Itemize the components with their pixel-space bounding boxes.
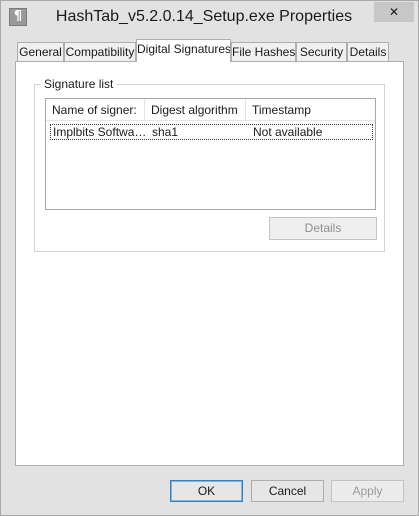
tab-strip: General Compatibility Digital Signatures…	[1, 39, 418, 62]
tab-security[interactable]: Security	[296, 42, 347, 61]
column-header-signer[interactable]: Name of signer:	[46, 99, 144, 121]
properties-dialog: ¶ HashTab_v5.2.0.14_Setup.exe Properties…	[0, 0, 419, 516]
tab-digital-signatures[interactable]: Digital Signatures	[136, 39, 231, 62]
timestamp-cell: Not available	[253, 125, 323, 139]
digital-signatures-panel: Signature list Name of signer: Digest al…	[15, 61, 404, 466]
tab-details[interactable]: Details	[347, 42, 389, 61]
column-header-digest[interactable]: Digest algorithm	[145, 99, 245, 121]
signature-list-group: Signature list Name of signer: Digest al…	[34, 76, 385, 252]
signature-list[interactable]: Name of signer: Digest algorithm Timesta…	[45, 98, 376, 210]
list-item[interactable]: Implbits Software,... sha1 Not available	[50, 124, 373, 140]
close-button[interactable]: ✕	[374, 2, 414, 22]
signer-cell: Implbits Software,...	[53, 125, 149, 139]
column-header-timestamp[interactable]: Timestamp	[246, 99, 375, 121]
cancel-button[interactable]: Cancel	[251, 480, 324, 502]
tab-file-hashes[interactable]: File Hashes	[231, 42, 296, 61]
window-title: HashTab_v5.2.0.14_Setup.exe Properties	[55, 8, 353, 25]
list-header: Name of signer: Digest algorithm Timesta…	[46, 99, 375, 121]
title-bar[interactable]: ¶ HashTab_v5.2.0.14_Setup.exe Properties…	[1, 1, 418, 33]
tab-general[interactable]: General	[17, 42, 64, 61]
file-properties-icon: ¶	[9, 8, 27, 26]
signature-details-button[interactable]: Details	[269, 217, 377, 240]
tab-compatibility[interactable]: Compatibility	[64, 42, 136, 61]
digest-cell: sha1	[152, 125, 179, 139]
close-icon: ✕	[388, 5, 400, 19]
apply-button[interactable]: Apply	[331, 480, 404, 502]
signature-list-label: Signature list	[41, 76, 117, 92]
ok-button[interactable]: OK	[170, 480, 243, 502]
